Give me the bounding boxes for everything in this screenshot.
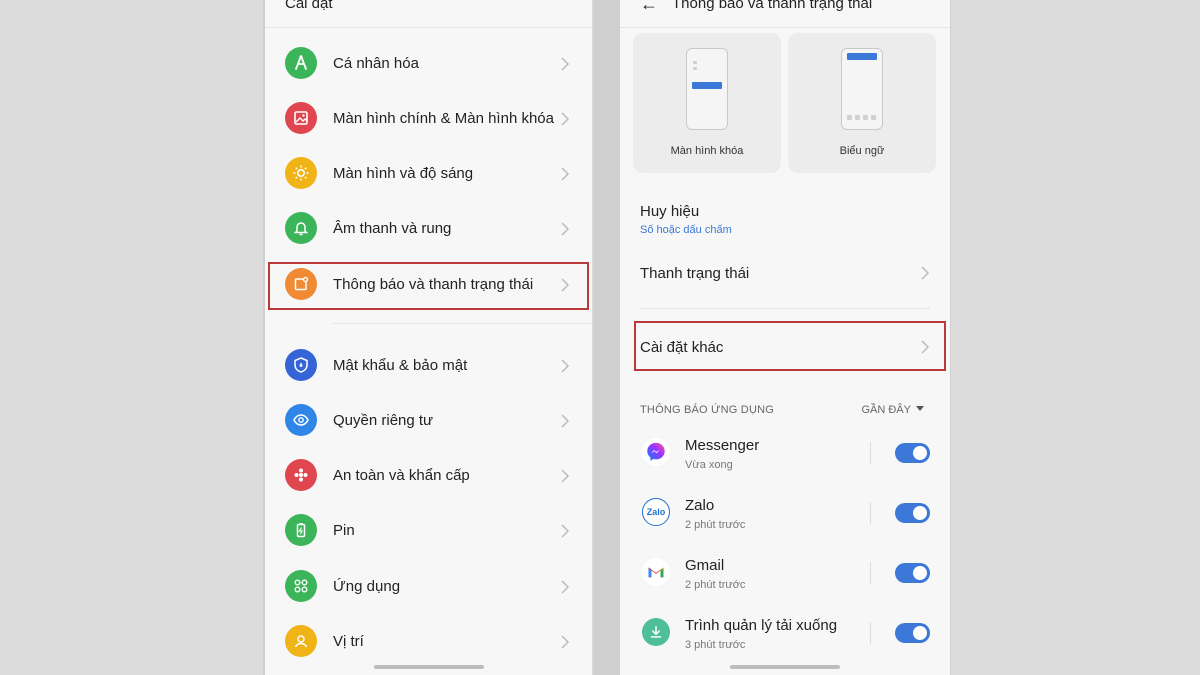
settings-item-personalize[interactable]: Cá nhân hóa — [265, 36, 592, 91]
separator — [870, 502, 871, 524]
settings-item-label: Vị trí — [333, 633, 364, 650]
gmail-toggle[interactable] — [895, 563, 930, 583]
chevron-right-icon — [920, 266, 930, 280]
home-indicator[interactable] — [373, 665, 484, 669]
zalo-toggle[interactable] — [895, 503, 930, 523]
back-arrow-icon[interactable]: ← — [640, 0, 658, 15]
caret-down-icon — [916, 406, 924, 411]
banner-style-card[interactable]: Biểu ngữ — [788, 33, 936, 173]
settings-item-location[interactable]: Vị trí — [265, 614, 592, 669]
settings-item-label: Quyền riêng tư — [333, 412, 434, 429]
settings-title: Cài đặt — [285, 0, 333, 12]
wallpaper-icon — [285, 102, 317, 134]
app-time: 2 phút trước — [685, 579, 746, 591]
shield-icon — [285, 349, 317, 381]
app-name: Gmail — [685, 557, 725, 574]
chevron-right-icon — [560, 167, 570, 181]
settings-item-home-lock-screen[interactable]: Màn hình chính & Màn hình khóa — [265, 91, 592, 146]
separator — [870, 562, 871, 584]
settings-item-label: Ứng dụng — [333, 578, 401, 595]
card-label: Màn hình khóa — [670, 145, 744, 157]
settings-item-display-brightness[interactable]: Màn hình và độ sáng — [265, 146, 592, 201]
app-row-download-manager[interactable]: Trình quản lý tải xuống 3 phút trước — [620, 608, 950, 668]
location-icon — [285, 625, 317, 657]
chevron-right-icon — [560, 635, 570, 649]
settings-item-battery[interactable]: Pin — [265, 503, 592, 558]
settings-header: Cài đặt — [265, 0, 592, 28]
settings-item-label: Pin — [333, 522, 355, 539]
settings-item-label: Âm thanh và rung — [333, 220, 452, 237]
lock-screen-style-card[interactable]: Màn hình khóa — [633, 33, 781, 173]
app-row-zalo[interactable]: Zalo Zalo 2 phút trước — [620, 488, 950, 548]
settings-item-label: Màn hình chính & Màn hình khóa — [333, 110, 554, 127]
download-icon — [642, 618, 670, 646]
app-row-messenger[interactable]: Messenger Vừa xong — [620, 428, 950, 488]
battery-icon — [285, 514, 317, 546]
separator — [870, 442, 871, 464]
chevron-right-icon — [560, 222, 570, 236]
gmail-icon — [642, 558, 670, 586]
messenger-icon — [642, 438, 670, 466]
home-indicator[interactable] — [730, 665, 840, 669]
sort-dropdown[interactable]: GẦN ĐÂY — [861, 404, 924, 416]
highlight-box — [268, 262, 589, 310]
download-manager-toggle[interactable] — [895, 623, 930, 643]
brightness-icon — [285, 157, 317, 189]
settings-item-sound-vibration[interactable]: Âm thanh và rung — [265, 201, 592, 256]
zalo-icon-text: Zalo — [646, 507, 666, 517]
app-name: Trình quản lý tải xuống — [685, 617, 838, 634]
settings-item-label: Màn hình và độ sáng — [333, 165, 474, 182]
separator — [870, 622, 871, 644]
apps-grid-icon — [285, 570, 317, 602]
settings-item-label: Cá nhân hóa — [333, 55, 419, 72]
chevron-right-icon — [560, 359, 570, 373]
settings-item-label: Mật khẩu & bảo mật — [333, 357, 468, 374]
notification-settings-panel: ← Thông báo và thanh trạng thái Màn hình… — [620, 0, 950, 675]
settings-item-apps[interactable]: Ứng dụng — [265, 559, 592, 614]
settings-item-privacy[interactable]: Quyền riêng tư — [265, 393, 592, 448]
highlight-box — [634, 321, 946, 371]
chevron-right-icon — [560, 112, 570, 126]
phone-preview-icon — [686, 48, 728, 130]
card-label: Biểu ngữ — [839, 145, 885, 157]
app-time: 3 phút trước — [685, 639, 746, 651]
section-divider — [640, 308, 930, 309]
app-notifications-header: THÔNG BÁO ỨNG DỤNG — [640, 404, 774, 416]
settings-item-password-security[interactable]: Mật khẩu & bảo mật — [265, 338, 592, 393]
app-name: Zalo — [685, 497, 715, 514]
settings-panel: Cài đặt Cá nhân hóa Màn hình chính & Màn… — [265, 0, 594, 675]
privacy-eye-icon — [285, 404, 317, 436]
app-row-gmail[interactable]: Gmail 2 phút trước — [620, 548, 950, 608]
chevron-right-icon — [560, 469, 570, 483]
settings-item-label: An toàn và khẩn cấp — [333, 467, 470, 484]
zalo-icon: Zalo — [642, 498, 670, 526]
chevron-right-icon — [560, 580, 570, 594]
status-bar-label: Thanh trạng thái — [640, 265, 750, 282]
chevron-right-icon — [560, 57, 570, 71]
personalize-icon — [285, 47, 317, 79]
app-time: Vừa xong — [685, 459, 733, 471]
settings-item-safety-emergency[interactable]: An toàn và khẩn cấp — [265, 448, 592, 503]
messenger-toggle[interactable] — [895, 443, 930, 463]
bell-icon — [285, 212, 317, 244]
badge-title: Huy hiệu — [640, 203, 700, 220]
app-time: 2 phút trước — [685, 519, 746, 531]
notification-header: ← Thông báo và thanh trạng thái — [620, 0, 950, 28]
app-name: Messenger — [685, 437, 760, 454]
badge-subtitle: Số hoặc dấu chấm — [640, 224, 732, 236]
chevron-right-icon — [560, 414, 570, 428]
notification-title: Thông báo và thanh trạng thái — [672, 0, 873, 12]
section-divider — [333, 323, 592, 324]
sort-label: GẦN ĐÂY — [861, 404, 911, 416]
phone-preview-icon — [841, 48, 883, 130]
emergency-icon — [285, 459, 317, 491]
chevron-right-icon — [560, 524, 570, 538]
